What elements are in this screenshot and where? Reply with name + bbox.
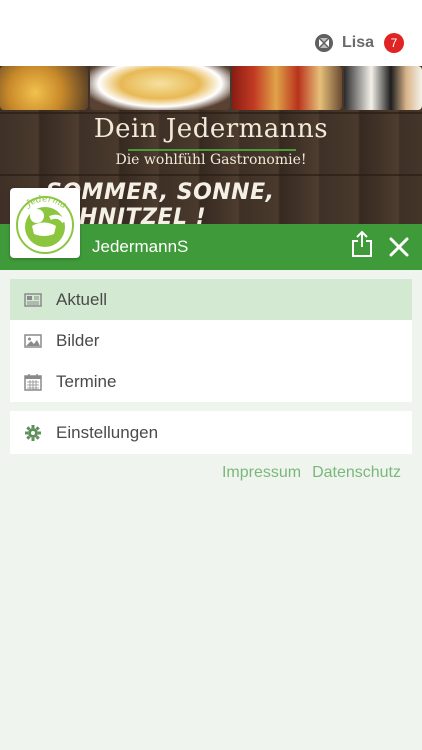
menu-item-einstellungen[interactable]: Einstellungen [10, 411, 412, 454]
user-profile-icon [314, 34, 333, 52]
notification-badge[interactable]: 7 [384, 33, 404, 53]
nav-menu: Aktuell Bilder Termine [10, 279, 412, 402]
impressum-link[interactable]: Impressum [222, 464, 301, 482]
banner-subtitle: Die wohlfühl Gastronomie! [115, 152, 307, 168]
gear-icon [25, 424, 41, 441]
menu-item-bilder[interactable]: Bilder [10, 320, 412, 361]
logo-icon: Jedermanns [7, 181, 74, 254]
datenschutz-link[interactable]: Datenschutz [312, 464, 401, 482]
image-icon [24, 333, 42, 348]
menu-item-label: Termine [56, 371, 117, 391]
menu-item-label: Aktuell [56, 289, 108, 309]
newspaper-icon [24, 292, 42, 307]
settings-menu: Einstellungen [10, 411, 412, 454]
user-menu[interactable]: Lisa 7 [314, 33, 404, 53]
banner-photo-waiter [344, 66, 422, 110]
banner-underline [128, 149, 296, 151]
menu-item-label: Bilder [56, 330, 100, 350]
menu-item-termine[interactable]: Termine [10, 361, 412, 402]
banner-slogan: SOMMER, SONNE, SCHNITZEL ! [46, 180, 275, 224]
footer-links: Impressum Datenschutz [211, 464, 401, 482]
menu-item-aktuell[interactable]: Aktuell [10, 279, 412, 320]
menu-item-label: Einstellungen [56, 422, 159, 442]
calendar-icon [24, 373, 42, 391]
brand-name: JedermannS [92, 237, 189, 256]
jedermanns-logo: Jedermanns [7, 181, 80, 258]
banner-plank-line [0, 174, 422, 176]
top-bar: Lisa 7 [0, 0, 422, 66]
banner-photo-fries [0, 66, 88, 110]
user-name: Lisa [341, 34, 374, 51]
svg-text:Jedermanns: Jedermanns [10, 188, 68, 211]
banner-photo-pasta [90, 66, 230, 110]
banner-title: Dein Jedermanns [93, 114, 329, 144]
close-icon[interactable] [388, 236, 410, 258]
share-icon[interactable] [350, 230, 374, 258]
banner-photo-drinks [232, 66, 342, 110]
